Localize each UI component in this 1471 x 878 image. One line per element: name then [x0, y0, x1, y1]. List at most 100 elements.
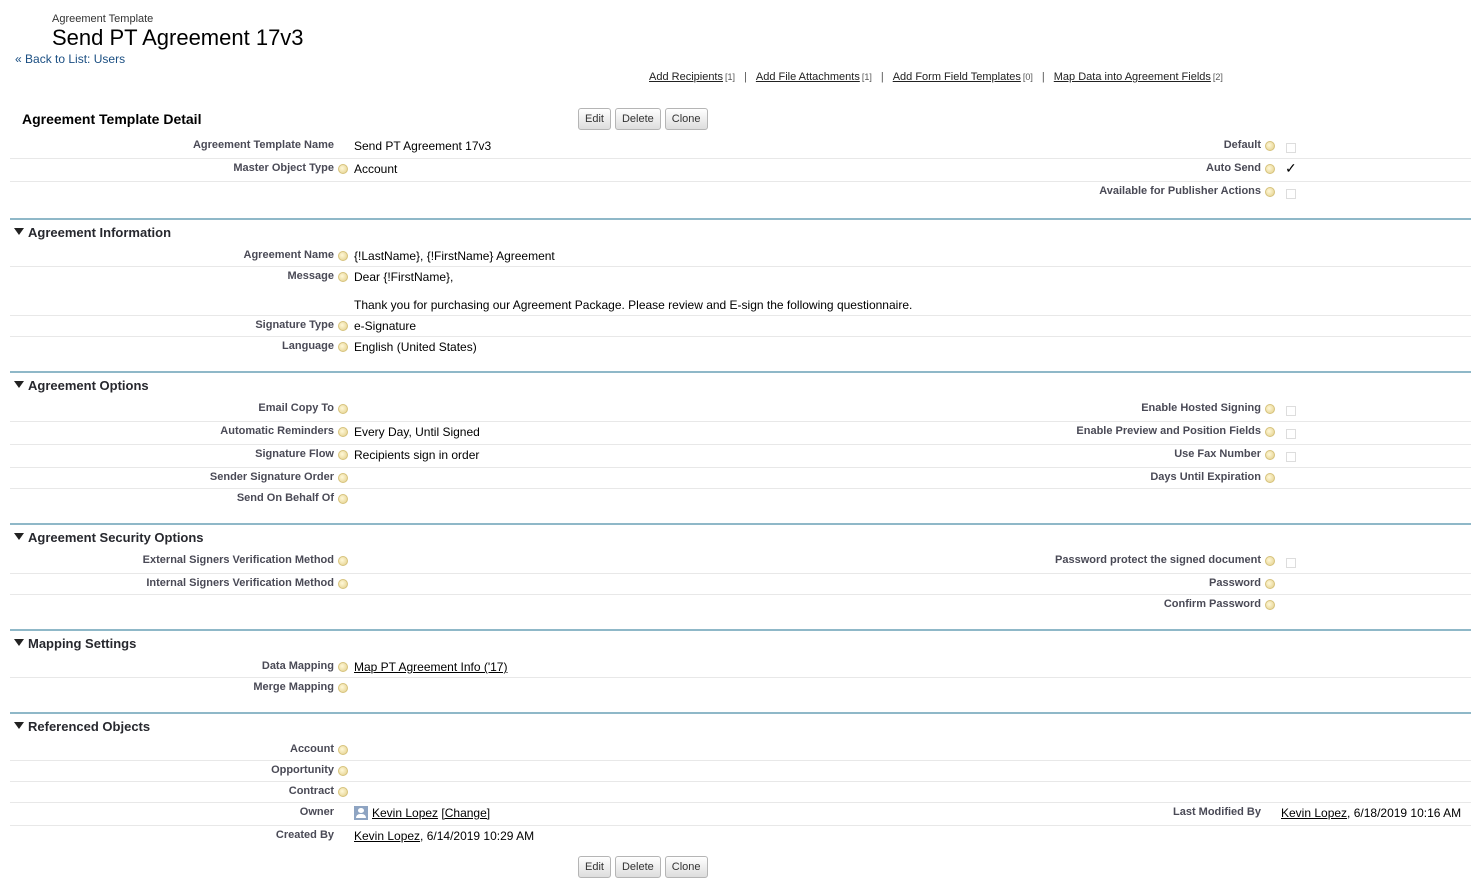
collapse-triangle-icon[interactable] [14, 722, 24, 729]
help-icon[interactable] [338, 766, 348, 776]
created-by-link[interactable]: Kevin Lopez [354, 829, 420, 843]
field-label: Master Object Type [233, 162, 334, 174]
owner-link[interactable]: Kevin Lopez [372, 806, 438, 820]
user-avatar-icon [354, 805, 368, 820]
created-date: , 6/14/2019 10:29 AM [420, 829, 535, 843]
field-label: Account [290, 743, 334, 755]
add-recipients-link[interactable]: Add Recipients [649, 71, 723, 83]
field-label: Opportunity [271, 764, 334, 776]
collapse-triangle-icon[interactable] [14, 381, 24, 388]
detail-row: Available for Publisher Actions [10, 182, 1471, 205]
edit-button[interactable]: Edit [578, 856, 611, 878]
help-icon[interactable] [1265, 164, 1275, 174]
help-icon[interactable] [1265, 450, 1275, 460]
field-label: Message [287, 270, 334, 282]
field-label: Agreement Name [243, 249, 334, 261]
help-icon[interactable] [338, 342, 348, 352]
back-arrow-icon: « [15, 52, 22, 66]
back-to-list-link[interactable]: Back to List: Users [25, 52, 125, 66]
language-value: English (United States) [354, 340, 477, 354]
help-icon[interactable] [1265, 556, 1275, 566]
help-icon[interactable] [1265, 187, 1275, 197]
data-mapping-link[interactable]: Map PT Agreement Info ('17) [354, 660, 507, 674]
help-icon[interactable] [338, 404, 348, 414]
section-title: Agreement Information [28, 225, 172, 240]
field-label: Internal Signers Verification Method [146, 577, 334, 589]
map-data-link[interactable]: Map Data into Agreement Fields [1054, 71, 1211, 83]
hosted-signing-checkbox [1286, 406, 1296, 416]
help-icon[interactable] [1265, 600, 1275, 610]
field-label: Contract [288, 785, 334, 797]
help-icon[interactable] [338, 427, 348, 437]
default-checkbox [1286, 143, 1296, 153]
section-agreement-information: Agreement Information [10, 218, 1471, 242]
detail-row: Merge Mapping [10, 678, 1471, 699]
change-owner-link[interactable]: [Change] [441, 806, 490, 820]
help-icon[interactable] [338, 321, 348, 331]
help-icon[interactable] [1265, 404, 1275, 414]
detail-row: Data Mapping Map PT Agreement Info ('17) [10, 657, 1471, 678]
field-label: Email Copy To [258, 402, 334, 414]
detail-row: Agreement Template Name Send PT Agreemen… [10, 136, 1471, 159]
section-referenced-objects: Referenced Objects [10, 712, 1471, 736]
help-icon[interactable] [338, 787, 348, 797]
help-icon[interactable] [338, 579, 348, 589]
help-icon[interactable] [338, 662, 348, 672]
template-name-value: Send PT Agreement 17v3 [354, 139, 492, 153]
field-label: Signature Flow [255, 448, 334, 460]
help-icon[interactable] [338, 745, 348, 755]
message-line-2: Thank you for purchasing our Agreement P… [354, 298, 913, 312]
bottom-button-bar: Edit Delete Clone [578, 856, 708, 878]
detail-section-title: Agreement Template Detail [22, 111, 202, 127]
map-data-count: [2] [1212, 72, 1223, 82]
field-label: Signature Type [255, 319, 334, 331]
help-icon[interactable] [1265, 427, 1275, 437]
signature-type-value: e-Signature [354, 319, 417, 333]
add-file-attachments-link[interactable]: Add File Attachments [756, 71, 860, 83]
help-icon[interactable] [338, 556, 348, 566]
field-label: Last Modified By [1172, 806, 1261, 818]
help-icon[interactable] [1265, 579, 1275, 589]
detail-row: Confirm Password [10, 595, 1471, 616]
detail-row: Created By Kevin Lopez, 6/14/2019 10:29 … [10, 826, 1471, 847]
field-label: Automatic Reminders [220, 425, 334, 437]
detail-row: Agreement Name {!LastName}, {!FirstName}… [10, 246, 1471, 267]
help-icon[interactable] [338, 473, 348, 483]
help-icon[interactable] [338, 683, 348, 693]
field-label: Password protect the signed document [1055, 554, 1261, 566]
help-icon[interactable] [338, 450, 348, 460]
help-icon[interactable] [1265, 141, 1275, 151]
field-label: Owner [299, 806, 334, 818]
section-title: Agreement Security Options [28, 530, 204, 545]
detail-row: Owner Kevin Lopez [Change] Last Modified… [10, 803, 1471, 826]
clone-button[interactable]: Clone [664, 856, 708, 878]
field-label: Language [282, 340, 334, 352]
help-icon[interactable] [338, 251, 348, 261]
message-line-1: Dear {!FirstName}, [354, 270, 454, 284]
form-field-templates-count: [0] [1022, 72, 1033, 82]
section-title: Agreement Options [28, 378, 149, 393]
link-separator: | [880, 71, 884, 83]
section-agreement-options: Agreement Options [10, 371, 1471, 395]
reminders-value: Every Day, Until Signed [354, 425, 480, 439]
detail-row: Message Dear {!FirstName}, Thank you for… [10, 267, 1471, 316]
detail-row: Master Object Type Account Auto Send ✓ [10, 159, 1471, 182]
collapse-triangle-icon[interactable] [14, 533, 24, 540]
clone-button[interactable]: Clone [664, 108, 708, 130]
delete-button[interactable]: Delete [614, 856, 661, 878]
edit-button[interactable]: Edit [578, 108, 611, 130]
add-form-field-templates-link[interactable]: Add Form Field Templates [893, 71, 1021, 83]
last-modified-by-link[interactable]: Kevin Lopez [1281, 806, 1347, 820]
field-label: Password [1209, 577, 1261, 589]
link-separator: | [744, 71, 747, 83]
checkmark-icon: ✓ [1285, 160, 1297, 176]
delete-button[interactable]: Delete [614, 108, 661, 130]
collapse-triangle-icon[interactable] [14, 228, 24, 235]
collapse-triangle-icon[interactable] [14, 639, 24, 646]
help-icon[interactable] [338, 272, 348, 282]
detail-row: Account [10, 740, 1471, 761]
help-icon[interactable] [1265, 473, 1275, 483]
help-icon[interactable] [338, 494, 348, 504]
field-label: Enable Hosted Signing [1141, 402, 1261, 414]
help-icon[interactable] [338, 164, 348, 174]
